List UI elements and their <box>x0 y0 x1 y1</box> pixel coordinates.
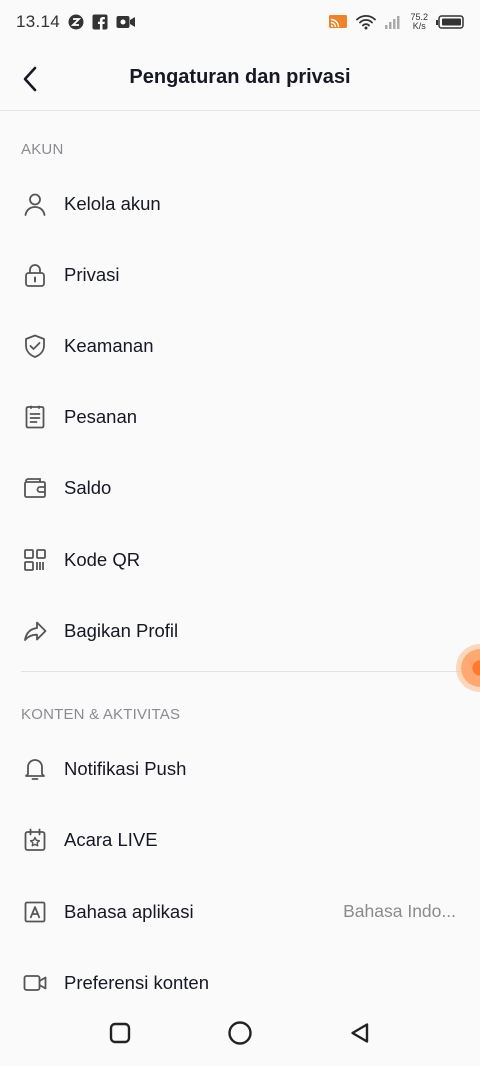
status-bar: 13.14 75.2 K/s <box>0 0 480 44</box>
menu-item-keamanan[interactable]: Keamanan <box>0 310 480 381</box>
z-app-icon <box>68 14 84 30</box>
receipt-icon <box>21 403 49 431</box>
menu-item-kode-qr[interactable]: Kode QR <box>0 524 480 595</box>
shield-check-icon <box>21 332 49 360</box>
network-speed-unit: K/s <box>412 21 426 31</box>
menu-item-pesanan[interactable]: Pesanan <box>0 381 480 452</box>
network-speed: 75.2 K/s <box>410 13 428 31</box>
menu-item-label: Pesanan <box>64 405 138 427</box>
section-label-content: KONTEN & AKTIVITAS <box>21 706 181 723</box>
status-bar-left: 13.14 <box>16 12 136 32</box>
current-language-value: Bahasa Indo... <box>343 901 456 921</box>
bell-icon <box>21 755 49 783</box>
menu-item-label: Bagikan Profil <box>64 619 179 641</box>
menu-item-acara-live[interactable]: Acara LIVE <box>0 804 480 875</box>
share-icon <box>21 617 49 645</box>
system-back-button[interactable] <box>342 1015 378 1051</box>
video-icon <box>21 969 49 997</box>
cast-icon <box>328 14 348 30</box>
person-icon <box>21 190 49 218</box>
menu-item-bahasa-aplikasi[interactable]: Bahasa aplikasi Bahasa Indo... <box>0 876 480 947</box>
system-nav-bar <box>0 1000 480 1066</box>
qr-code-icon <box>21 546 49 574</box>
status-bar-right: 75.2 K/s <box>328 13 464 31</box>
recent-apps-icon <box>109 1022 131 1044</box>
section-divider <box>21 671 480 672</box>
menu-item-kelola-akun[interactable]: Kelola akun <box>0 168 480 239</box>
menu-item-label: Preferensi konten <box>64 971 210 993</box>
signal-icon <box>384 14 402 30</box>
video-camera-icon <box>116 14 136 30</box>
menu-item-notifikasi-push[interactable]: Notifikasi Push <box>0 733 480 804</box>
menu-item-privasi[interactable]: Privasi <box>0 239 480 310</box>
home-button[interactable] <box>222 1015 258 1051</box>
menu-item-label: Saldo <box>64 476 112 498</box>
wallet-icon <box>21 474 49 502</box>
menu-item-label: Notifikasi Push <box>64 757 187 779</box>
menu-item-label: Keamanan <box>64 334 154 356</box>
battery-icon <box>436 14 464 30</box>
menu-item-label: Acara LIVE <box>64 828 158 850</box>
menu-item-saldo[interactable]: Saldo <box>0 452 480 523</box>
page-title: Pengaturan dan privasi <box>129 66 351 88</box>
calendar-star-icon <box>21 826 49 854</box>
wifi-icon <box>356 14 377 30</box>
lock-icon <box>21 261 49 289</box>
menu-item-label: Bahasa aplikasi <box>64 900 194 922</box>
section-label-account: AKUN <box>21 141 64 158</box>
home-icon <box>228 1021 252 1045</box>
menu-item-label: Privasi <box>64 263 120 285</box>
facebook-icon <box>92 14 108 30</box>
back-triangle-icon <box>351 1023 369 1043</box>
language-icon <box>21 898 49 926</box>
menu-item-label: Kode QR <box>64 548 141 570</box>
app-header: Pengaturan dan privasi <box>0 44 480 111</box>
menu-item-bagikan-profil[interactable]: Bagikan Profil <box>0 595 480 666</box>
recent-apps-button[interactable] <box>102 1015 138 1051</box>
status-time: 13.14 <box>16 12 61 31</box>
menu-item-label: Kelola akun <box>64 192 161 214</box>
